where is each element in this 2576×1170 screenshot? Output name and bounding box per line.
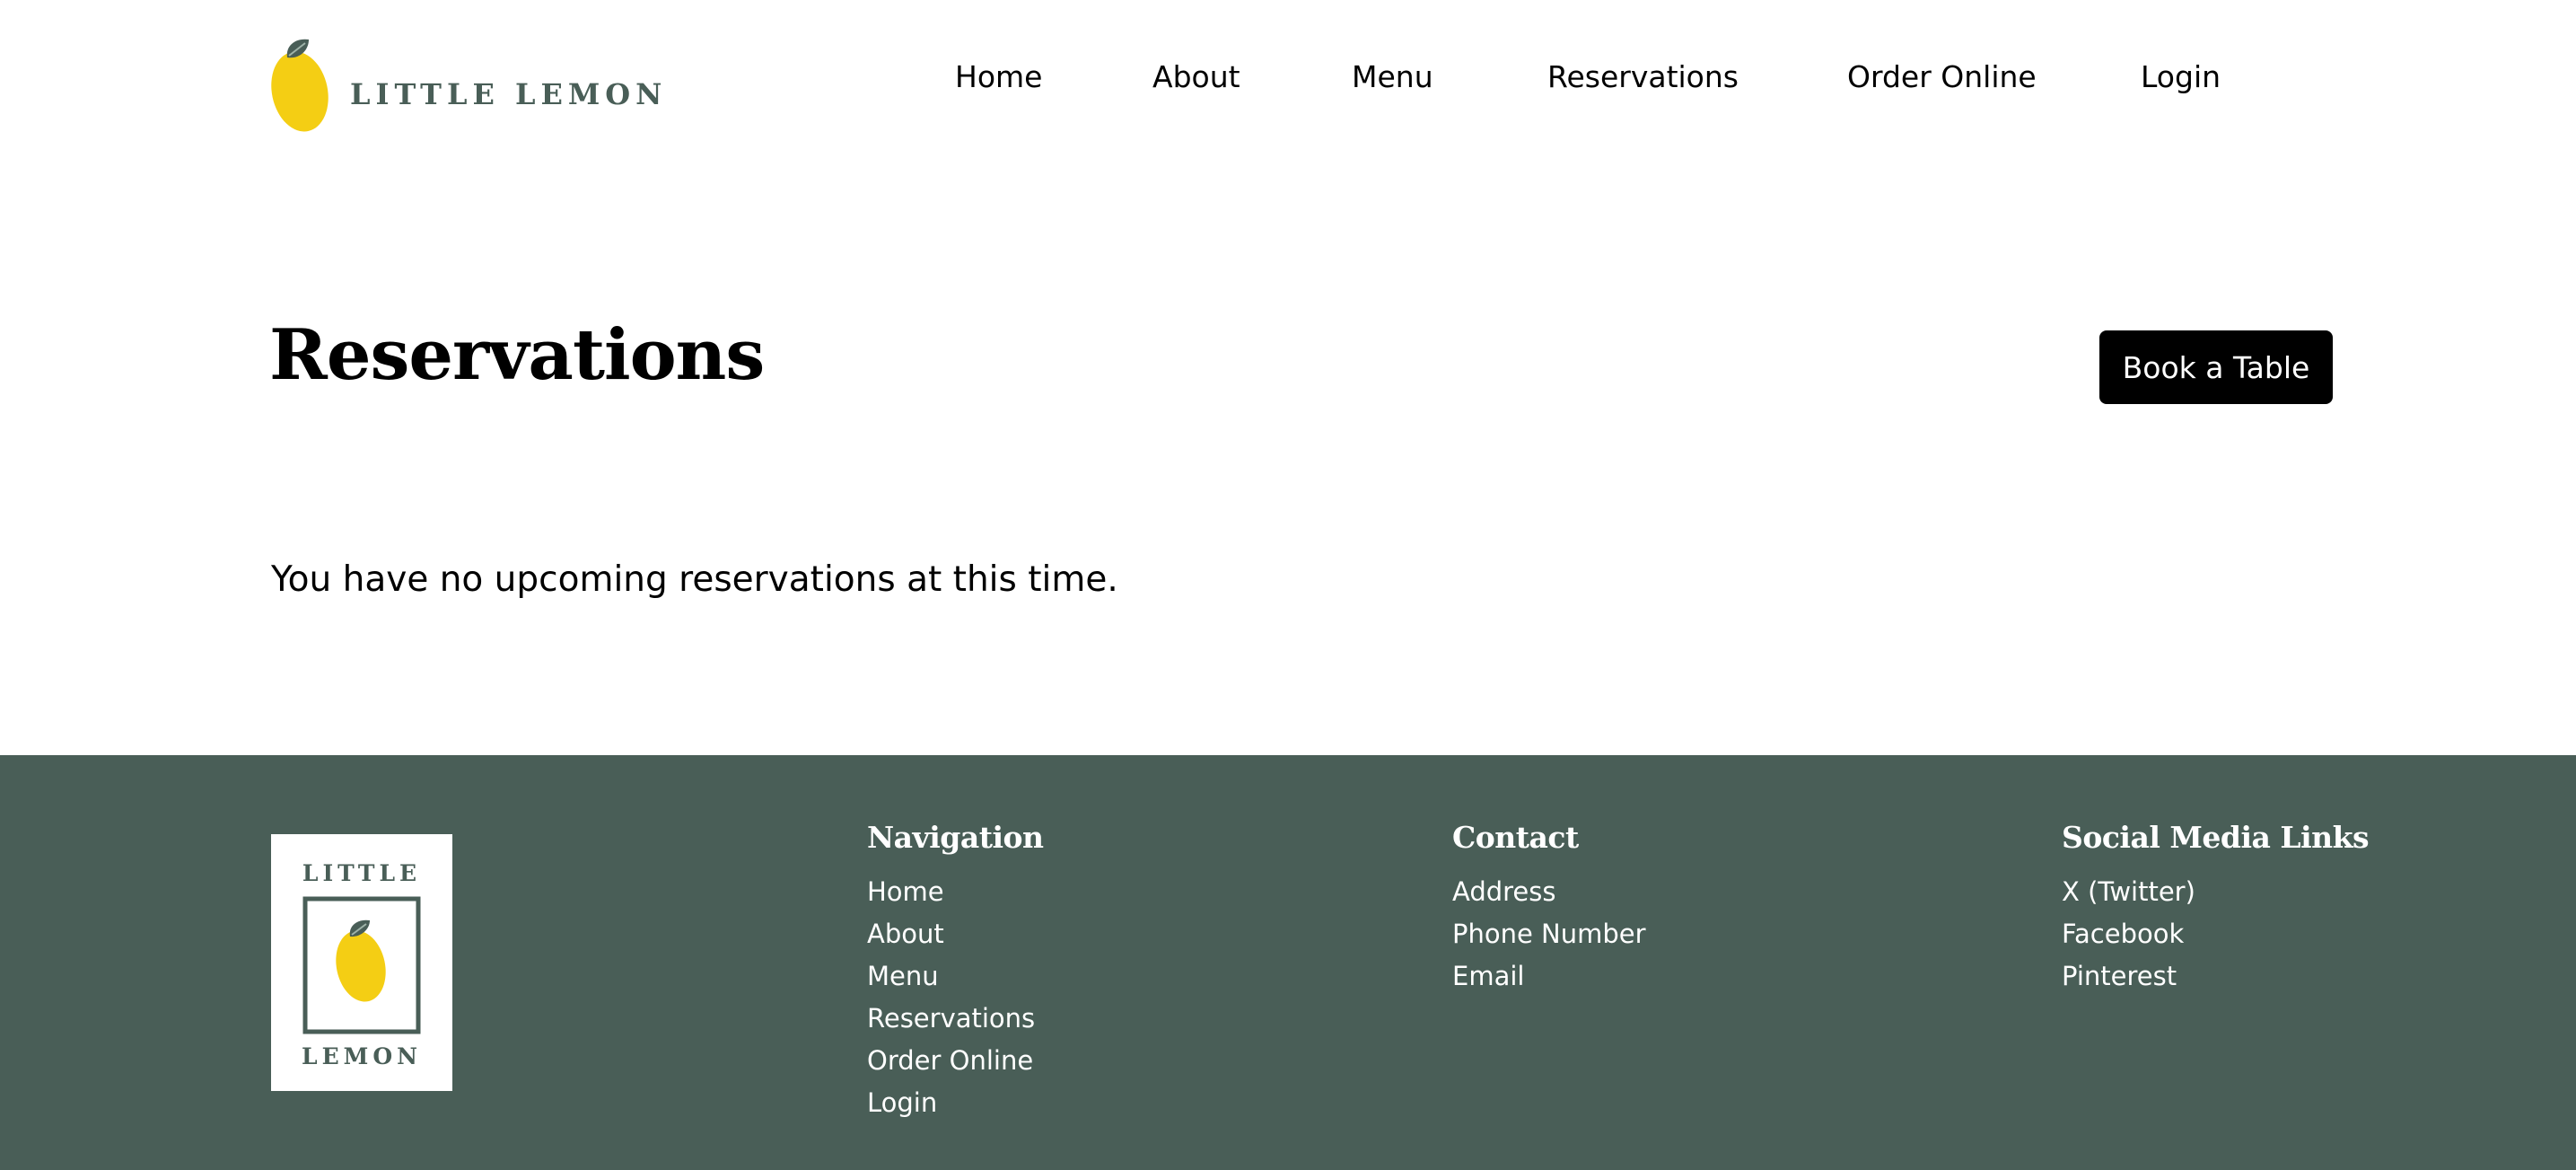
nav-link-login[interactable]: Login (2141, 59, 2221, 94)
footer-logo-top-text: LITTLE (302, 860, 421, 886)
footer-link-twitter[interactable]: X (Twitter) (2062, 871, 2369, 913)
nav-link-order-online[interactable]: Order Online (1847, 59, 2037, 94)
footer-link-facebook[interactable]: Facebook (2062, 913, 2369, 955)
footer-link-about[interactable]: About (867, 913, 1044, 955)
footer-link-order-online[interactable]: Order Online (867, 1040, 1044, 1082)
footer-link-email[interactable]: Email (1452, 955, 1646, 998)
footer-link-address[interactable]: Address (1452, 871, 1646, 913)
footer-social-heading: Social Media Links (2062, 820, 2370, 855)
footer-link-login[interactable]: Login (867, 1082, 1044, 1124)
footer-contact: Contact Address Phone Number Email (1452, 820, 1646, 998)
footer-logo[interactable]: LITTLE LEMON (271, 834, 452, 1091)
footer-link-home[interactable]: Home (867, 871, 1044, 913)
site-header: LITTLE LEMON Home About Menu Reservation… (0, 0, 2576, 162)
nav-link-about[interactable]: About (1152, 59, 1240, 94)
footer-logo-graphic: LITTLE LEMON (302, 860, 422, 1069)
book-table-button[interactable]: Book a Table (2099, 330, 2333, 404)
footer-link-pinterest[interactable]: Pinterest (2062, 955, 2369, 998)
footer-link-phone-number[interactable]: Phone Number (1452, 913, 1646, 955)
footer-contact-heading: Contact (1452, 820, 1579, 855)
nav-link-menu[interactable]: Menu (1352, 59, 1433, 94)
empty-reservations-message: You have no upcoming reservations at thi… (271, 559, 1118, 600)
lemon-icon (336, 919, 386, 1002)
footer-navigation-heading: Navigation (867, 820, 1044, 855)
nav-link-reservations[interactable]: Reservations (1547, 59, 1739, 94)
footer-logo-bottom-text: LEMON (302, 1043, 422, 1069)
footer-navigation: Navigation Home About Menu Reservations … (867, 820, 1044, 1124)
site-footer: LITTLE LEMON Navigation Home About Menu … (0, 755, 2576, 1170)
footer-social: Social Media Links X (Twitter) Facebook … (2062, 820, 2370, 998)
main-nav: Home About Menu Reservations Order Onlin… (0, 59, 2576, 104)
nav-link-home[interactable]: Home (955, 59, 1042, 94)
footer-link-menu[interactable]: Menu (867, 955, 1044, 998)
page-title: Reservations (269, 314, 765, 396)
footer-link-reservations[interactable]: Reservations (867, 998, 1044, 1040)
